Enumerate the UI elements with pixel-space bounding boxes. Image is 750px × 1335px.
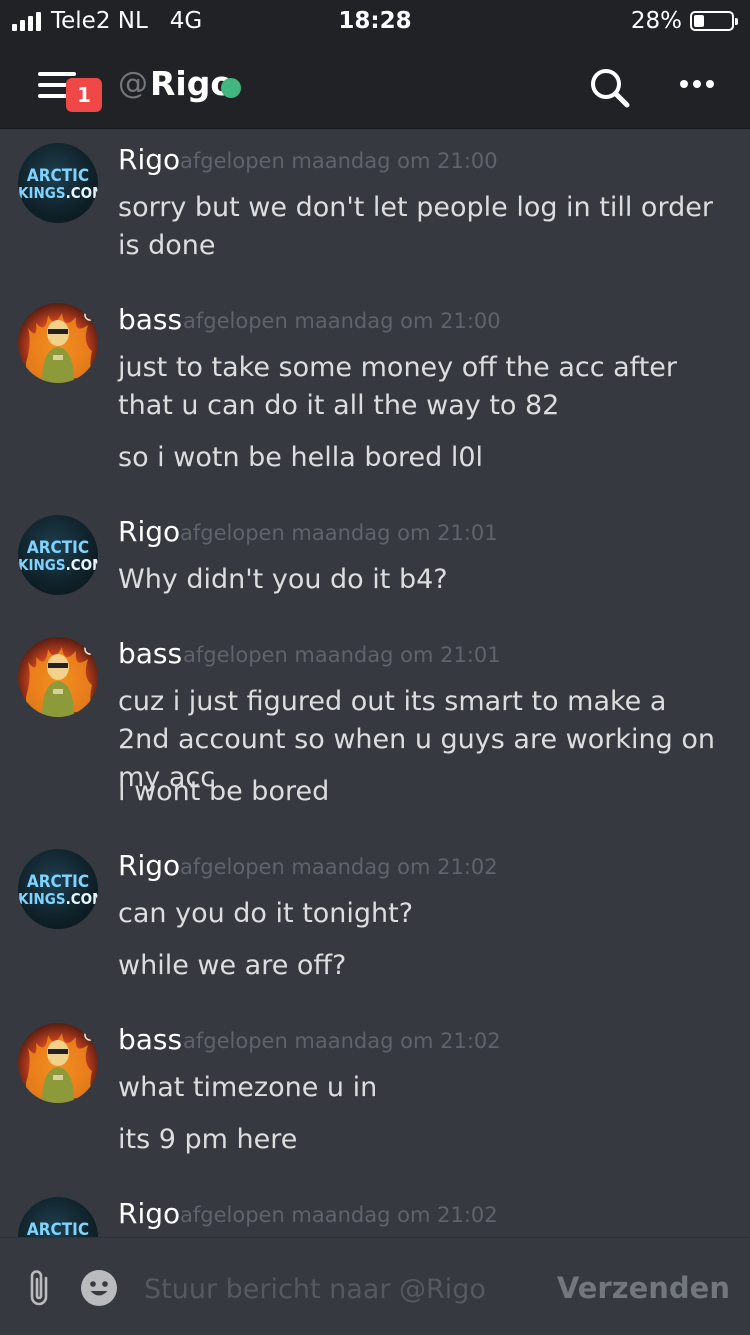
message-author[interactable]: bass [118,1023,182,1056]
avatar-logo-line1: ARCTIC [26,1220,90,1237]
avatar-logo-line1: ARCTIC [26,872,90,892]
avatar-logo-line1: ARCTIC [26,538,90,558]
status-right: 28% [630,8,738,34]
message-group: ARCTICKINGS.COM Rigoafgelopen maandag om … [0,143,750,303]
avatar-bass[interactable] [18,1023,98,1103]
emoji-icon[interactable] [80,1269,118,1307]
message-group: bass afgelopen maandag om 21:01 cuz i just… [0,637,750,807]
message-group: ARCTICKINGS.COM Rigoafgelopen maandag om … [0,849,750,1009]
message-text: what timezone u in [118,1072,378,1103]
online-status-icon [221,78,241,98]
avatar-image [26,643,96,717]
unread-badge: 1 [66,78,102,112]
search-icon[interactable] [588,66,632,110]
message-author[interactable]: bass [118,637,182,670]
avatar-logo-line2: KINGS.COM [18,556,98,574]
message-text: Why didn't you do it b4? [118,564,448,595]
message-author[interactable]: Rigo [118,515,180,548]
message-group: bass afgelopen maandag om 21:02 what timez… [0,1023,750,1183]
message-text: just to take some money off the acc afte… [118,352,678,421]
avatar-rigo[interactable]: ARCTICKINGS.COM [18,515,98,595]
channel-header: 1 @ Rigo [0,42,750,129]
at-prefix: @ [118,66,148,101]
channel-title[interactable]: Rigo [150,64,233,103]
paperclip-icon[interactable] [24,1268,54,1308]
message-composer: Verzenden [0,1237,750,1335]
avatar-logo-line1: ARCTIC [26,166,90,186]
message-input[interactable] [142,1266,546,1312]
avatar-logo-line2: KINGS.COM [18,184,98,202]
battery-percent: 28% [630,8,682,34]
avatar-logo-line2: KINGS.COM [18,890,98,908]
avatar-bass[interactable] [18,637,98,717]
more-options-icon[interactable] [680,80,714,90]
status-bar: Tele2 NL 4G 18:28 28% [0,0,750,42]
avatar-rigo[interactable]: ARCTICKINGS.COM [18,849,98,929]
message-text: its 9 pm here [118,1124,298,1155]
send-button[interactable]: Verzenden [557,1266,730,1310]
avatar-bass[interactable] [18,303,98,383]
avatar-rigo[interactable]: ARCTICKINGS.COM [18,1197,98,1237]
message-group: ARCTICKINGS.COM Rigoafgelopen maandag om … [0,1197,750,1237]
message-text: i wont be bored [118,776,330,807]
message-timestamp: afgelopen maandag om 21:02 [180,855,498,879]
message-text: while we are off? [118,950,347,981]
avatar-image [26,309,96,383]
message-timestamp: afgelopen maandag om 21:01 [180,521,498,545]
message-timestamp: afgelopen maandag om 21:00 [180,149,498,173]
message-author[interactable]: Rigo [118,143,180,176]
message-text: so i wotn be hella bored l0l [118,442,484,473]
message-timestamp: afgelopen maandag om 21:01 [183,643,501,667]
message-timestamp: afgelopen maandag om 21:02 [183,1029,501,1053]
message-text: can you do it tonight? [118,898,414,929]
battery-icon [690,11,738,31]
message-timestamp: afgelopen maandag om 21:02 [180,1203,498,1227]
message-author[interactable]: Rigo [118,1197,180,1230]
message-author[interactable]: bass [118,303,182,336]
message-author[interactable]: Rigo [118,849,180,882]
message-list[interactable]: ARCTICKINGS.COMRigoafgelopen maandag om … [0,129,750,1237]
avatar-rigo[interactable]: ARCTICKINGS.COM [18,143,98,223]
message-text: sorry but we don't let people log in til… [118,192,713,261]
message-timestamp: afgelopen maandag om 21:00 [183,309,501,333]
avatar-image [26,1029,96,1103]
message-group: bass afgelopen maandag om 21:00 just to ta… [0,303,750,473]
